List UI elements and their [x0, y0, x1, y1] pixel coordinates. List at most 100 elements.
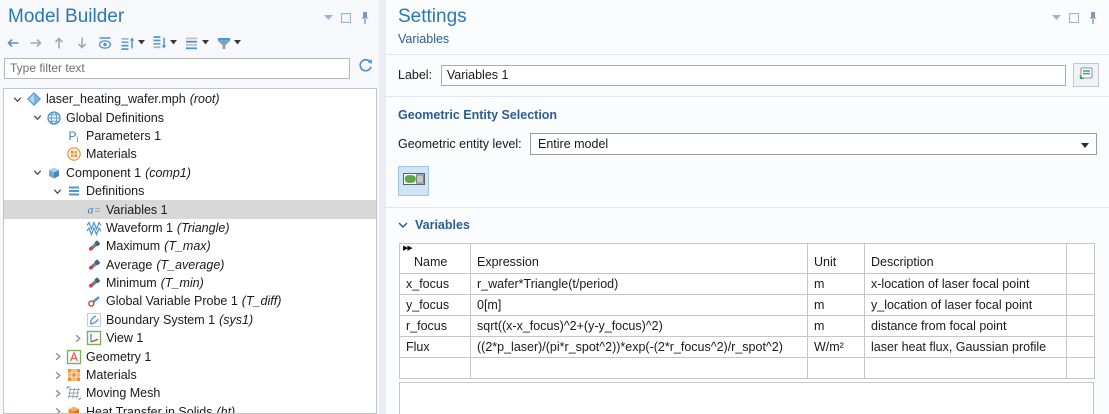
table-cell[interactable]: 0[m] [471, 295, 808, 316]
tree-item-global-definitions[interactable]: Global Definitions [4, 108, 376, 126]
table-row[interactable] [400, 358, 1095, 379]
tree-item-tag: (T_min) [161, 276, 204, 290]
pin-icon[interactable] [1087, 11, 1099, 25]
table-cell[interactable]: distance from focal point [865, 316, 1067, 337]
chevron-expanded-icon[interactable] [10, 94, 25, 105]
table-cell[interactable]: x_focus [400, 274, 471, 295]
tree-item-definitions[interactable]: Definitions [4, 182, 376, 200]
tree-item-heat-transfer-in-solids[interactable]: Heat Transfer in Solids(ht) [4, 403, 376, 414]
table-cell-spacer [1067, 337, 1095, 358]
chevron-collapsed-icon[interactable] [50, 351, 65, 362]
caret-down-icon[interactable] [170, 40, 177, 45]
boundary-system-icon [85, 312, 103, 328]
svg-text:=: = [95, 205, 101, 216]
column-header-unit[interactable]: Unit [808, 244, 865, 274]
tree-item-maximum[interactable]: Maximum(T_max) [4, 237, 376, 255]
forward-icon [28, 35, 44, 51]
move-down-button[interactable] [72, 33, 92, 53]
chevron-collapsed-icon[interactable] [70, 333, 85, 344]
table-row[interactable]: x_focusr_wafer*Triangle(t/period)mx-loca… [400, 274, 1095, 295]
table-cell[interactable] [865, 358, 1067, 379]
rename-button[interactable] [1073, 63, 1099, 87]
table-cell[interactable]: y_focus [400, 295, 471, 316]
tree-item-label: Average [106, 258, 152, 272]
table-cell[interactable]: W/m² [808, 337, 865, 358]
column-header-expression[interactable]: Expression [471, 244, 808, 274]
table-cell[interactable]: r_focus [400, 316, 471, 337]
refresh-button[interactable] [355, 57, 375, 79]
table-cell[interactable]: y_location of laser focal point [865, 295, 1067, 316]
table-cell[interactable]: ((2*p_laser)/(pi*r_spot^2))*exp(-(2*r_fo… [471, 337, 808, 358]
filter-input[interactable] [4, 58, 350, 79]
table-cell[interactable] [808, 358, 865, 379]
tree-item-average[interactable]: Average(T_average) [4, 256, 376, 274]
tree-item-variables-1[interactable]: a=Variables 1 [4, 200, 376, 218]
tree-item-materials[interactable]: Materials [4, 145, 376, 163]
collapse-list-button[interactable] [150, 33, 179, 53]
probe-icon [85, 238, 103, 254]
float-window-icon[interactable] [1069, 13, 1079, 23]
table-cell[interactable]: m [808, 316, 865, 337]
row-marker-icon: ▶▶ [403, 244, 412, 252]
table-cell[interactable]: sqrt((x-x_focus)^2+(y-y_focus)^2) [471, 316, 808, 337]
column-header-description[interactable]: Description [865, 244, 1067, 274]
column-header-label: Name [406, 255, 447, 269]
global-probe-icon [85, 293, 103, 309]
table-cell[interactable]: m [808, 274, 865, 295]
filter-button[interactable] [214, 33, 243, 53]
table-cell[interactable] [471, 358, 808, 379]
table-cell[interactable]: laser heat flux, Gaussian profile [865, 337, 1067, 358]
forward-button[interactable] [26, 33, 46, 53]
active-toggle-button[interactable] [398, 166, 429, 196]
table-row[interactable]: y_focus0[m]my_location of laser focal po… [400, 295, 1095, 316]
move-down-icon [74, 35, 90, 51]
back-button[interactable] [3, 33, 23, 53]
svg-text:i: i [77, 135, 79, 144]
tree-item-component-1[interactable]: Component 1(comp1) [4, 164, 376, 182]
tree-item-global-variable-probe-1[interactable]: Global Variable Probe 1(T_diff) [4, 292, 376, 310]
expand-list-button[interactable] [118, 33, 147, 53]
chevron-expanded-icon[interactable] [50, 186, 65, 197]
model-root-icon [25, 91, 43, 107]
tree-item-geometry-1[interactable]: Geometry 1 [4, 347, 376, 365]
caret-down-icon[interactable] [138, 40, 145, 45]
tree-item-boundary-system-1[interactable]: Boundary System 1(sys1) [4, 311, 376, 329]
variables-table-empty-area[interactable] [399, 382, 1094, 414]
tree-item-minimum[interactable]: Minimum(T_min) [4, 274, 376, 292]
panel-menu-icon[interactable] [324, 15, 333, 21]
tree-view-button[interactable] [182, 33, 211, 53]
panel-menu-icon[interactable] [1052, 15, 1061, 21]
table-row[interactable]: Flux((2*p_laser)/(pi*r_spot^2))*exp(-(2*… [400, 337, 1095, 358]
tree-item-view-1[interactable]: View 1 [4, 329, 376, 347]
variables-section-header[interactable]: Variables [386, 208, 1109, 243]
tree-item-parameters-1[interactable]: PiParameters 1 [4, 127, 376, 145]
table-cell[interactable]: x-location of laser focal point [865, 274, 1067, 295]
filter-row [0, 54, 379, 79]
tree-item-materials[interactable]: Materials [4, 366, 376, 384]
table-cell[interactable] [400, 358, 471, 379]
show-button[interactable] [95, 33, 115, 53]
chevron-collapsed-icon[interactable] [50, 406, 65, 414]
label-input[interactable] [441, 65, 1066, 86]
table-cell[interactable]: m [808, 295, 865, 316]
caret-down-icon[interactable] [234, 40, 241, 45]
table-row[interactable]: r_focussqrt((x-x_focus)^2+(y-y_focus)^2)… [400, 316, 1095, 337]
tree-item-laser-heating-wafer-mph[interactable]: laser_heating_wafer.mph(root) [4, 90, 376, 108]
chevron-expanded-icon[interactable] [30, 112, 45, 123]
tree-item-moving-mesh[interactable]: Moving Mesh [4, 384, 376, 402]
tree-item-waveform-1[interactable]: Waveform 1(Triangle) [4, 219, 376, 237]
float-window-icon[interactable] [341, 13, 351, 23]
chevron-expanded-icon[interactable] [30, 167, 45, 178]
table-cell[interactable]: r_wafer*Triangle(t/period) [471, 274, 808, 295]
table-cell[interactable]: Flux [400, 337, 471, 358]
chevron-collapsed-icon[interactable] [50, 370, 65, 381]
column-header-name[interactable]: ▶▶ Name [400, 244, 471, 274]
chevron-collapsed-icon[interactable] [50, 388, 65, 399]
refresh-icon [357, 57, 374, 79]
move-up-button[interactable] [49, 33, 69, 53]
geometric-entity-level-select[interactable]: Entire model [530, 133, 1097, 155]
tree-view-icon [184, 35, 200, 51]
pin-icon[interactable] [359, 11, 371, 25]
settings-window-controls [1052, 5, 1099, 25]
caret-down-icon[interactable] [202, 40, 209, 45]
